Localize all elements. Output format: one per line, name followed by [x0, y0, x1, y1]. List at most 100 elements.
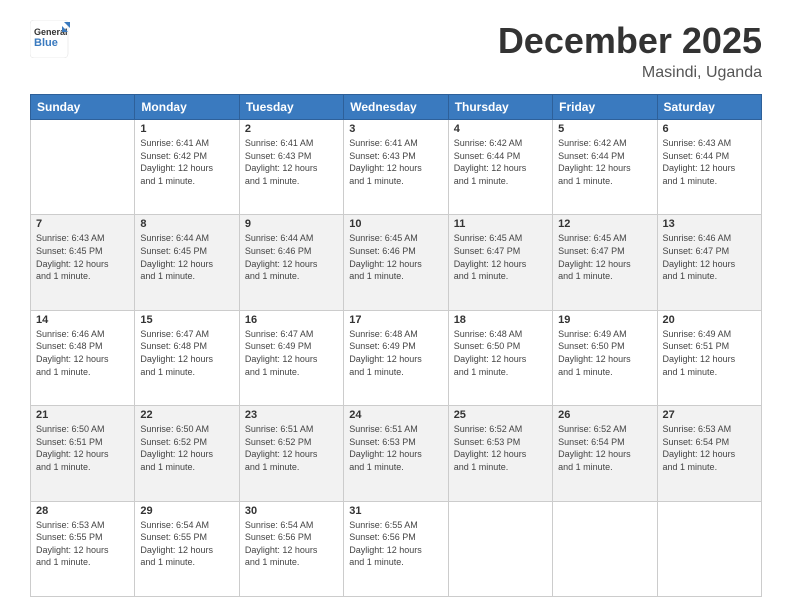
calendar-cell: 24Sunrise: 6:51 AMSunset: 6:53 PMDayligh… — [344, 406, 448, 501]
calendar-cell: 7 Sunrise: 6:43 AMSunset: 6:45 PMDaylight… — [31, 215, 135, 310]
day-number: 15 — [140, 314, 233, 326]
day-number: 19 — [558, 314, 651, 326]
calendar-cell: 13 Sunrise: 6:46 AMSunset: 6:47 PMDayligh… — [657, 215, 761, 310]
col-tuesday: Tuesday — [239, 95, 343, 120]
calendar-cell: 8 Sunrise: 6:44 AMSunset: 6:45 PMDaylight… — [135, 215, 239, 310]
calendar-cell: 4 Sunrise: 6:42 AMSunset: 6:44 PMDaylight… — [448, 120, 552, 215]
logo-icon: General Blue — [30, 20, 70, 58]
day-number: 23 — [245, 409, 338, 421]
col-wednesday: Wednesday — [344, 95, 448, 120]
day-info: Sunrise: 6:52 AMSunset: 6:54 PMDaylight:… — [558, 423, 651, 473]
page: General Blue December 2025 Masindi, Ugan… — [0, 0, 792, 612]
day-info: Sunrise: 6:42 AMSunset: 6:44 PMDaylight:… — [454, 137, 547, 187]
calendar-cell: 17 Sunrise: 6:48 AMSunset: 6:49 PMDayligh… — [344, 310, 448, 405]
day-number: 5 — [558, 123, 651, 135]
day-number: 20 — [663, 314, 756, 326]
day-info: Sunrise: 6:47 AMSunset: 6:48 PMDaylight:… — [140, 328, 233, 378]
calendar-cell: 15 Sunrise: 6:47 AMSunset: 6:48 PMDayligh… — [135, 310, 239, 405]
calendar-cell: 27 Sunrise: 6:53 AMSunset: 6:54 PMDayligh… — [657, 406, 761, 501]
calendar-body: 1 Sunrise: 6:41 AMSunset: 6:42 PMDaylight… — [31, 120, 762, 597]
day-info: Sunrise: 6:43 AMSunset: 6:44 PMDaylight:… — [663, 137, 756, 187]
day-info: Sunrise: 6:55 AMSunset: 6:56 PMDaylight:… — [349, 519, 442, 569]
calendar-cell: 22Sunrise: 6:50 AMSunset: 6:52 PMDayligh… — [135, 406, 239, 501]
day-info: Sunrise: 6:43 AMSunset: 6:45 PMDaylight:… — [36, 232, 129, 282]
day-number: 31 — [349, 505, 442, 517]
day-info: Sunrise: 6:53 AMSunset: 6:55 PMDaylight:… — [36, 519, 129, 569]
day-number: 11 — [454, 218, 547, 230]
calendar-cell: 3 Sunrise: 6:41 AMSunset: 6:43 PMDaylight… — [344, 120, 448, 215]
day-number: 1 — [140, 123, 233, 135]
calendar-week-row: 21 Sunrise: 6:50 AMSunset: 6:51 PMDayligh… — [31, 406, 762, 501]
calendar-cell: 25 Sunrise: 6:52 AMSunset: 6:53 PMDayligh… — [448, 406, 552, 501]
month-title: December 2025 — [498, 20, 762, 62]
day-number: 7 — [36, 218, 129, 230]
day-number: 17 — [349, 314, 442, 326]
weekday-row: Sunday Monday Tuesday Wednesday Thursday… — [31, 95, 762, 120]
svg-text:Blue: Blue — [34, 37, 58, 49]
day-number: 12 — [558, 218, 651, 230]
day-info: Sunrise: 6:49 AMSunset: 6:51 PMDaylight:… — [663, 328, 756, 378]
calendar-cell: 5 Sunrise: 6:42 AMSunset: 6:44 PMDaylight… — [553, 120, 657, 215]
day-info: Sunrise: 6:45 AMSunset: 6:46 PMDaylight:… — [349, 232, 442, 282]
day-info: Sunrise: 6:53 AMSunset: 6:54 PMDaylight:… — [663, 423, 756, 473]
day-info: Sunrise: 6:47 AMSunset: 6:49 PMDaylight:… — [245, 328, 338, 378]
day-number: 10 — [349, 218, 442, 230]
location: Masindi, Uganda — [498, 64, 762, 82]
day-info: Sunrise: 6:44 AMSunset: 6:45 PMDaylight:… — [140, 232, 233, 282]
calendar-header: Sunday Monday Tuesday Wednesday Thursday… — [31, 95, 762, 120]
day-info: Sunrise: 6:54 AMSunset: 6:55 PMDaylight:… — [140, 519, 233, 569]
calendar-cell: 20 Sunrise: 6:49 AMSunset: 6:51 PMDayligh… — [657, 310, 761, 405]
day-info: Sunrise: 6:42 AMSunset: 6:44 PMDaylight:… — [558, 137, 651, 187]
calendar-cell: 28 Sunrise: 6:53 AMSunset: 6:55 PMDayligh… — [31, 501, 135, 596]
day-info: Sunrise: 6:46 AMSunset: 6:47 PMDaylight:… — [663, 232, 756, 282]
day-info: Sunrise: 6:54 AMSunset: 6:56 PMDaylight:… — [245, 519, 338, 569]
logo: General Blue — [30, 20, 70, 58]
day-number: 16 — [245, 314, 338, 326]
day-number: 27 — [663, 409, 756, 421]
day-info: Sunrise: 6:41 AMSunset: 6:43 PMDaylight:… — [349, 137, 442, 187]
calendar-cell: 21 Sunrise: 6:50 AMSunset: 6:51 PMDayligh… — [31, 406, 135, 501]
day-info: Sunrise: 6:49 AMSunset: 6:50 PMDaylight:… — [558, 328, 651, 378]
day-info: Sunrise: 6:50 AMSunset: 6:51 PMDaylight:… — [36, 423, 129, 473]
day-number: 4 — [454, 123, 547, 135]
calendar-week-row: 1 Sunrise: 6:41 AMSunset: 6:42 PMDaylight… — [31, 120, 762, 215]
day-number: 8 — [140, 218, 233, 230]
day-info: Sunrise: 6:41 AMSunset: 6:42 PMDaylight:… — [140, 137, 233, 187]
day-info: Sunrise: 6:48 AMSunset: 6:49 PMDaylight:… — [349, 328, 442, 378]
calendar-week-row: 7 Sunrise: 6:43 AMSunset: 6:45 PMDaylight… — [31, 215, 762, 310]
calendar-cell: 1 Sunrise: 6:41 AMSunset: 6:42 PMDaylight… — [135, 120, 239, 215]
col-monday: Monday — [135, 95, 239, 120]
calendar-cell — [657, 501, 761, 596]
day-number: 9 — [245, 218, 338, 230]
day-number: 30 — [245, 505, 338, 517]
calendar-cell: 31 Sunrise: 6:55 AMSunset: 6:56 PMDayligh… — [344, 501, 448, 596]
calendar-cell: 19 Sunrise: 6:49 AMSunset: 6:50 PMDayligh… — [553, 310, 657, 405]
calendar-cell — [31, 120, 135, 215]
day-number: 24 — [349, 409, 442, 421]
title-block: December 2025 Masindi, Uganda — [498, 20, 762, 82]
day-number: 21 — [36, 409, 129, 421]
calendar-table: Sunday Monday Tuesday Wednesday Thursday… — [30, 94, 762, 597]
col-thursday: Thursday — [448, 95, 552, 120]
day-number: 18 — [454, 314, 547, 326]
day-info: Sunrise: 6:52 AMSunset: 6:53 PMDaylight:… — [454, 423, 547, 473]
calendar-week-row: 28 Sunrise: 6:53 AMSunset: 6:55 PMDayligh… — [31, 501, 762, 596]
day-info: Sunrise: 6:45 AMSunset: 6:47 PMDaylight:… — [454, 232, 547, 282]
day-info: Sunrise: 6:44 AMSunset: 6:46 PMDaylight:… — [245, 232, 338, 282]
col-saturday: Saturday — [657, 95, 761, 120]
col-friday: Friday — [553, 95, 657, 120]
day-number: 28 — [36, 505, 129, 517]
day-info: Sunrise: 6:45 AMSunset: 6:47 PMDaylight:… — [558, 232, 651, 282]
calendar-cell — [448, 501, 552, 596]
day-number: 3 — [349, 123, 442, 135]
calendar-cell — [553, 501, 657, 596]
calendar-cell: 12 Sunrise: 6:45 AMSunset: 6:47 PMDayligh… — [553, 215, 657, 310]
calendar-cell: 10 Sunrise: 6:45 AMSunset: 6:46 PMDayligh… — [344, 215, 448, 310]
day-number: 26 — [558, 409, 651, 421]
calendar-cell: 6Sunrise: 6:43 AMSunset: 6:44 PMDaylight… — [657, 120, 761, 215]
day-info: Sunrise: 6:46 AMSunset: 6:48 PMDaylight:… — [36, 328, 129, 378]
day-number: 13 — [663, 218, 756, 230]
day-number: 25 — [454, 409, 547, 421]
calendar-cell: 23Sunrise: 6:51 AMSunset: 6:52 PMDayligh… — [239, 406, 343, 501]
calendar-cell: 9 Sunrise: 6:44 AMSunset: 6:46 PMDaylight… — [239, 215, 343, 310]
